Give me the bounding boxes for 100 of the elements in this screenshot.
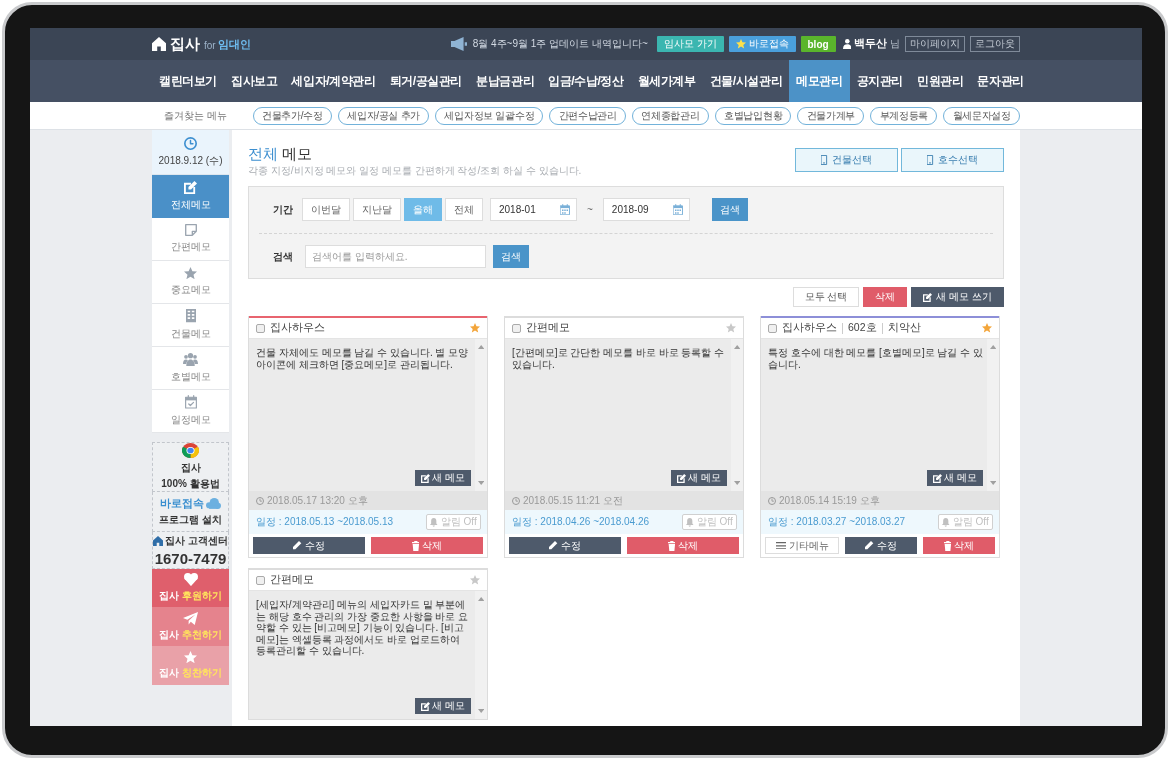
date-field[interactable]: 2018-09 <box>602 198 690 221</box>
memo-text-area[interactable]: [간편메모]로 간단한 메모를 바로 바로 등록할 수 있습니다. 새 메모 <box>505 339 743 491</box>
trash-icon <box>943 540 952 551</box>
edit-button[interactable]: 수정 <box>253 537 365 554</box>
memo-text: 특정 호수에 대한 메모를 [호별메모]로 남길 수 있습니다. <box>768 347 983 372</box>
account-link-button[interactable]: 마이페이지 <box>905 36 965 52</box>
star-icon <box>735 39 746 49</box>
new-memo-button[interactable]: 새 메모 <box>671 470 727 486</box>
nav-tab[interactable]: 캘린더보기 <box>152 60 224 102</box>
new-memo-button[interactable]: 새 메모 쓰기 <box>911 287 1004 307</box>
paper-plane-icon <box>183 611 198 625</box>
checkbox[interactable] <box>256 575 265 585</box>
nav-tab[interactable]: 세입자/계약관리 <box>284 60 383 102</box>
schedule-range: 일정 : 2018.05.13 ~2018.05.13 <box>256 515 394 529</box>
star-icon[interactable] <box>470 575 480 585</box>
nav-tab[interactable]: 퇴거/공실관리 <box>382 60 470 102</box>
note-icon <box>184 224 197 236</box>
scroll-down-icon <box>477 481 485 485</box>
new-memo-button[interactable]: 새 메모 <box>927 470 983 486</box>
customer-center-link[interactable]: 집사 고객센터 1670-7479 <box>152 532 229 569</box>
megaphone-icon <box>450 37 467 51</box>
nav-tab[interactable]: 민원관리 <box>909 60 971 102</box>
scroll-down-icon <box>477 709 485 713</box>
sidebar-item[interactable]: 호별메모 <box>152 347 229 390</box>
memo-text: [세입자/계약관리] 메뉴의 세입자카드 밑 부분에는 해당 호수 관리의 가장 중요한 사항을 바로 요약할 수 있는 [비고메모] 기능이 있습니다. [비고메모]는 엑셀등록 과정에서도 바로 업로드하여 등록관리할 수 있습니다. <box>256 599 470 658</box>
more-menu-button[interactable]: 기타메뉴 <box>765 537 839 554</box>
update-notice-link[interactable]: 8월 4주~9월 1주 업데이트 내역입니다~ <box>450 37 648 51</box>
clock-icon <box>512 496 520 505</box>
sidebar-item[interactable]: 간편메모 <box>152 218 229 261</box>
star-icon <box>184 266 197 280</box>
favorites-label: 즐겨찾는 메뉴 <box>164 108 227 123</box>
scrollbar[interactable] <box>987 339 999 491</box>
search-field[interactable]: 검색어를 입력하세요. <box>305 245 486 268</box>
page-title: 전체 메모 <box>248 144 314 164</box>
star-icon[interactable] <box>982 323 992 333</box>
delete-button[interactable]: 삭제 <box>923 537 995 554</box>
scrollbar[interactable] <box>475 339 487 491</box>
memo-timestamp: 2018.05.15 11:21 오전 <box>523 493 623 508</box>
scroll-down-icon <box>989 481 997 485</box>
delete-button[interactable]: 삭제 <box>371 537 483 554</box>
card-title: 602호 <box>848 321 877 335</box>
period-tab[interactable]: 지난달 <box>353 198 401 221</box>
star-icon[interactable] <box>726 323 736 333</box>
checkbox[interactable] <box>256 323 265 333</box>
select-button[interactable]: 건물선택 <box>795 148 898 172</box>
pencil-icon <box>865 541 874 550</box>
scroll-down-icon <box>733 481 741 485</box>
range-separator: ~ <box>587 204 593 215</box>
app-logo[interactable]: 집사 for 임대인 <box>152 34 251 54</box>
date-field[interactable]: 2018-01 <box>490 198 577 221</box>
select-button[interactable]: 호수선택 <box>901 148 1004 172</box>
remote-install-link[interactable]: 바로접속 프로그램 설치 <box>152 492 229 532</box>
memo-text-area[interactable]: 특정 호수에 대한 메모를 [호별메모]로 남길 수 있습니다. 새 메모 <box>761 339 999 491</box>
checkbox[interactable] <box>512 323 521 333</box>
nav-tab[interactable]: 분납금관리 <box>469 60 542 102</box>
usage-guide-link[interactable]: 집사 100% 활용법 <box>152 442 229 492</box>
memo-text-area[interactable]: [세입자/계약관리] 메뉴의 세입자카드 밑 부분에는 해당 호수 관리의 가장 중요한 사항을 바로 요약할 수 있는 [비고메모] 기능이 있습니다. [비고메모]는 엑셀등록 과정에서도 바로 업로드하여 등록관리할 수 있습니다. 새 메모 <box>249 591 487 719</box>
nav-tab[interactable]: 문자관리 <box>970 60 1031 102</box>
bell-icon <box>430 517 438 527</box>
new-memo-button[interactable]: 새 메모 <box>415 470 471 486</box>
delete-button[interactable]: 삭제 <box>863 287 908 307</box>
sidebar-item[interactable]: 중요메모 <box>152 261 229 304</box>
star-icon <box>184 650 197 664</box>
new-memo-button[interactable]: 새 메모 <box>415 698 471 714</box>
heart-icon <box>183 572 198 587</box>
period-tab[interactable]: 전체 <box>445 198 483 221</box>
nav-tab[interactable]: 건물/시설관리 <box>702 60 790 102</box>
period-tab[interactable]: 이번달 <box>302 198 350 221</box>
scrollbar[interactable] <box>475 591 487 719</box>
schedule-range: 일정 : 2018.03.27 ~2018.03.27 <box>768 515 906 529</box>
tablet-icon <box>821 155 828 165</box>
scroll-up-icon <box>989 345 997 349</box>
filter-label: 검색 <box>273 249 293 264</box>
nav-tab[interactable]: 공지관리 <box>849 60 910 102</box>
tablet-icon <box>927 155 934 165</box>
support-us-link[interactable]: 집사 후원하기 <box>152 569 229 607</box>
nav-tab[interactable]: 입금/수납/정산 <box>541 60 631 102</box>
scroll-up-icon <box>733 345 741 349</box>
user-name: 백두산 님 <box>854 37 900 51</box>
delete-button[interactable]: 삭제 <box>627 537 739 554</box>
nav-tab[interactable]: 집사보고 <box>224 60 285 102</box>
account-link-button[interactable]: 로그아웃 <box>970 36 1020 52</box>
nav-tab[interactable]: 월세가계부 <box>630 60 703 102</box>
list-icon <box>775 541 786 550</box>
edit-button[interactable]: 수정 <box>845 537 917 554</box>
checkbox[interactable] <box>768 323 777 333</box>
memo-text-area[interactable]: 건물 자체에도 메모를 남길 수 있습니다. 별 모양 아이콘에 체크하면 [중요메모]로 관리됩니다. 새 메모 <box>249 339 487 491</box>
card-title: 집사하우스 <box>782 321 837 335</box>
clock-icon <box>256 496 264 505</box>
edit-button[interactable]: 수정 <box>509 537 621 554</box>
scrollbar[interactable] <box>731 339 743 491</box>
edit-icon <box>677 473 687 483</box>
card-title: 집사하우스 <box>270 321 325 335</box>
select-all-button[interactable]: 모두 선택 <box>792 287 860 307</box>
current-date: 2018.9.12 (수) <box>158 153 223 168</box>
sidebar-item[interactable]: 일정메모 <box>152 390 229 433</box>
star-icon[interactable] <box>470 323 480 333</box>
edit-icon <box>421 473 431 483</box>
sidebar-item[interactable]: 건물메모 <box>152 304 229 347</box>
cloud-icon <box>206 498 221 509</box>
